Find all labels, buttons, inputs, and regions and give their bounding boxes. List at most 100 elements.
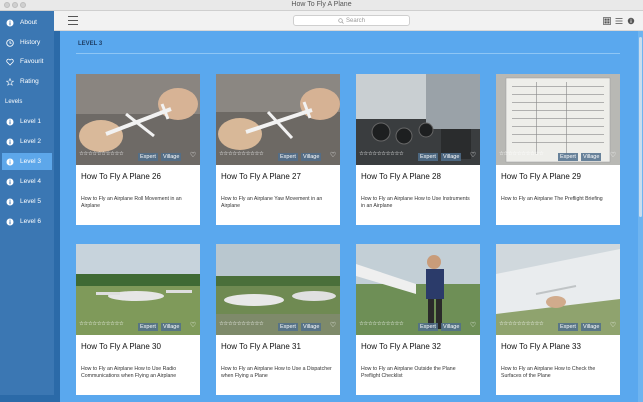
rating-stars[interactable]: ☆☆☆☆☆☆☆☆☆☆: [79, 151, 124, 157]
sidebar-item-label: Level 2: [20, 138, 41, 145]
sidebar-item-level-4[interactable]: Level 4: [2, 173, 52, 190]
rating-stars[interactable]: ☆☆☆☆☆☆☆☆☆☆: [219, 321, 264, 327]
info-icon: [6, 198, 14, 206]
video-card[interactable]: ☆☆☆☆☆☆☆☆☆☆ Expert Village ♡ How To Fly A…: [76, 244, 200, 395]
favourite-heart-icon[interactable]: ♡: [609, 321, 617, 329]
video-card[interactable]: ☆☆☆☆☆☆☆☆☆☆ Expert Village ♡ How To Fly A…: [496, 74, 620, 225]
sidebar-item-about[interactable]: About: [2, 14, 52, 31]
search-placeholder: Search: [345, 17, 365, 24]
level-badge: Expert: [278, 323, 298, 331]
sidebar-item-label: Level 6: [20, 218, 41, 225]
vertical-scrollbar[interactable]: [638, 31, 643, 402]
place-badge: Village: [441, 153, 462, 161]
window-title: How To Fly A Plane: [291, 1, 352, 8]
card-description: How to Fly an Airplane Yaw Movement in a…: [221, 196, 323, 209]
sidebar-item-favourit[interactable]: Favourit: [2, 53, 52, 70]
info-icon: [6, 138, 14, 146]
sidebar-item-label: Level 5: [20, 198, 41, 205]
place-badge: Village: [161, 153, 182, 161]
sidebar-item-level-1[interactable]: Level 1: [2, 113, 52, 130]
video-card[interactable]: ☆☆☆☆☆☆☆☆☆☆ Expert Village ♡ How To Fly A…: [76, 74, 200, 225]
rating-stars[interactable]: ☆☆☆☆☆☆☆☆☆☆: [359, 321, 404, 327]
sidebar-item-level-3[interactable]: Level 3: [2, 153, 52, 170]
info-icon: [6, 118, 14, 126]
info-icon: [6, 19, 14, 27]
sidebar: About History Favourit Rating Levels Lev…: [0, 11, 54, 395]
window-titlebar: How To Fly A Plane: [0, 0, 643, 11]
favourite-heart-icon[interactable]: ♡: [469, 151, 477, 159]
favourite-heart-icon[interactable]: ♡: [189, 151, 197, 159]
sidebar-item-label: Favourit: [20, 58, 44, 65]
favourite-heart-icon[interactable]: ♡: [609, 151, 617, 159]
card-description: How to Fly an Airplane How to Use a Disp…: [221, 366, 332, 379]
hamburger-menu-icon[interactable]: [68, 16, 78, 25]
sidebar-item-label: Level 1: [20, 118, 41, 125]
level-badge: Expert: [558, 323, 578, 331]
sidebar-item-level-6[interactable]: Level 6: [2, 213, 52, 230]
scrollbar-thumb[interactable]: [639, 37, 642, 217]
video-card[interactable]: ☆☆☆☆☆☆☆☆☆☆ Expert Village ♡ How To Fly A…: [216, 74, 340, 225]
grid-view-icon[interactable]: [602, 16, 611, 25]
video-card[interactable]: ☆☆☆☆☆☆☆☆☆☆ Expert Village ♡ How To Fly A…: [216, 244, 340, 395]
level-badge: Expert: [278, 153, 298, 161]
list-view-icon[interactable]: [614, 16, 623, 25]
sidebar-section-levels: Levels: [5, 99, 23, 105]
favourite-heart-icon[interactable]: ♡: [469, 321, 477, 329]
favourite-heart-icon[interactable]: ♡: [189, 321, 197, 329]
sidebar-item-level-5[interactable]: Level 5: [2, 193, 52, 210]
info-icon: [6, 218, 14, 226]
place-badge: Village: [301, 323, 322, 331]
card-title: How To Fly A Plane 33: [501, 342, 581, 351]
place-badge: Village: [161, 323, 182, 331]
sidebar-item-history[interactable]: History: [2, 34, 52, 51]
sidebar-item-level-2[interactable]: Level 2: [2, 133, 52, 150]
search-input[interactable]: Search: [293, 15, 410, 26]
place-badge: Village: [581, 323, 602, 331]
rating-stars[interactable]: ☆☆☆☆☆☆☆☆☆☆: [499, 321, 544, 327]
rating-stars[interactable]: ☆☆☆☆☆☆☆☆☆☆: [79, 321, 124, 327]
card-description: How to Fly an Airplane How to Use Instru…: [361, 196, 470, 209]
info-icon[interactable]: [626, 16, 635, 25]
rating-stars[interactable]: ☆☆☆☆☆☆☆☆☆☆: [219, 151, 264, 157]
card-title: How To Fly A Plane 29: [501, 172, 581, 181]
card-description: How to Fly an Airplane Roll Movement in …: [81, 196, 182, 209]
divider: [76, 53, 620, 54]
rating-stars[interactable]: ☆☆☆☆☆☆☆☆☆☆: [499, 151, 544, 157]
level-badge: Expert: [418, 323, 438, 331]
card-title: How To Fly A Plane 28: [361, 172, 441, 181]
page-title: LEVEL 3: [78, 41, 103, 47]
sidebar-item-label: Rating: [20, 78, 39, 85]
level-badge: Expert: [558, 153, 578, 161]
heart-icon: [6, 58, 14, 66]
favourite-heart-icon[interactable]: ♡: [329, 151, 337, 159]
main-content: LEVEL 3 ☆☆☆☆☆☆☆☆☆☆ Expert Village ♡ How …: [60, 31, 638, 402]
star-icon: [6, 77, 14, 86]
search-icon: [338, 17, 344, 24]
card-title: How To Fly A Plane 27: [221, 172, 301, 181]
level-badge: Expert: [138, 153, 158, 161]
video-card[interactable]: ☆☆☆☆☆☆☆☆☆☆ Expert Village ♡ How To Fly A…: [496, 244, 620, 395]
card-title: How To Fly A Plane 31: [221, 342, 301, 351]
card-title: How To Fly A Plane 30: [81, 342, 161, 351]
level-badge: Expert: [138, 323, 158, 331]
sidebar-item-rating[interactable]: Rating: [2, 73, 52, 90]
info-icon: [6, 178, 14, 186]
toolbar: Search: [54, 11, 643, 31]
favourite-heart-icon[interactable]: ♡: [329, 321, 337, 329]
card-description: How to Fly an Airplane How to Check the …: [501, 366, 596, 379]
sidebar-item-label: History: [20, 39, 41, 46]
place-badge: Village: [441, 323, 462, 331]
card-description: How to Fly an Airplane Outside the Plane…: [361, 366, 456, 379]
info-icon: [6, 158, 14, 166]
card-description: How to Fly an Airplane How to Use Radio …: [81, 366, 177, 379]
clock-icon: [6, 38, 14, 47]
video-card[interactable]: ☆☆☆☆☆☆☆☆☆☆ Expert Village ♡ How To Fly A…: [356, 244, 480, 395]
sidebar-item-label: About: [20, 19, 37, 26]
rating-stars[interactable]: ☆☆☆☆☆☆☆☆☆☆: [359, 151, 404, 157]
place-badge: Village: [581, 153, 602, 161]
video-card[interactable]: ☆☆☆☆☆☆☆☆☆☆ Expert Village ♡ How To Fly A…: [356, 74, 480, 225]
place-badge: Village: [301, 153, 322, 161]
level-badge: Expert: [418, 153, 438, 161]
sidebar-item-label: Level 4: [20, 178, 41, 185]
sidebar-item-label: Level 3: [20, 158, 41, 165]
